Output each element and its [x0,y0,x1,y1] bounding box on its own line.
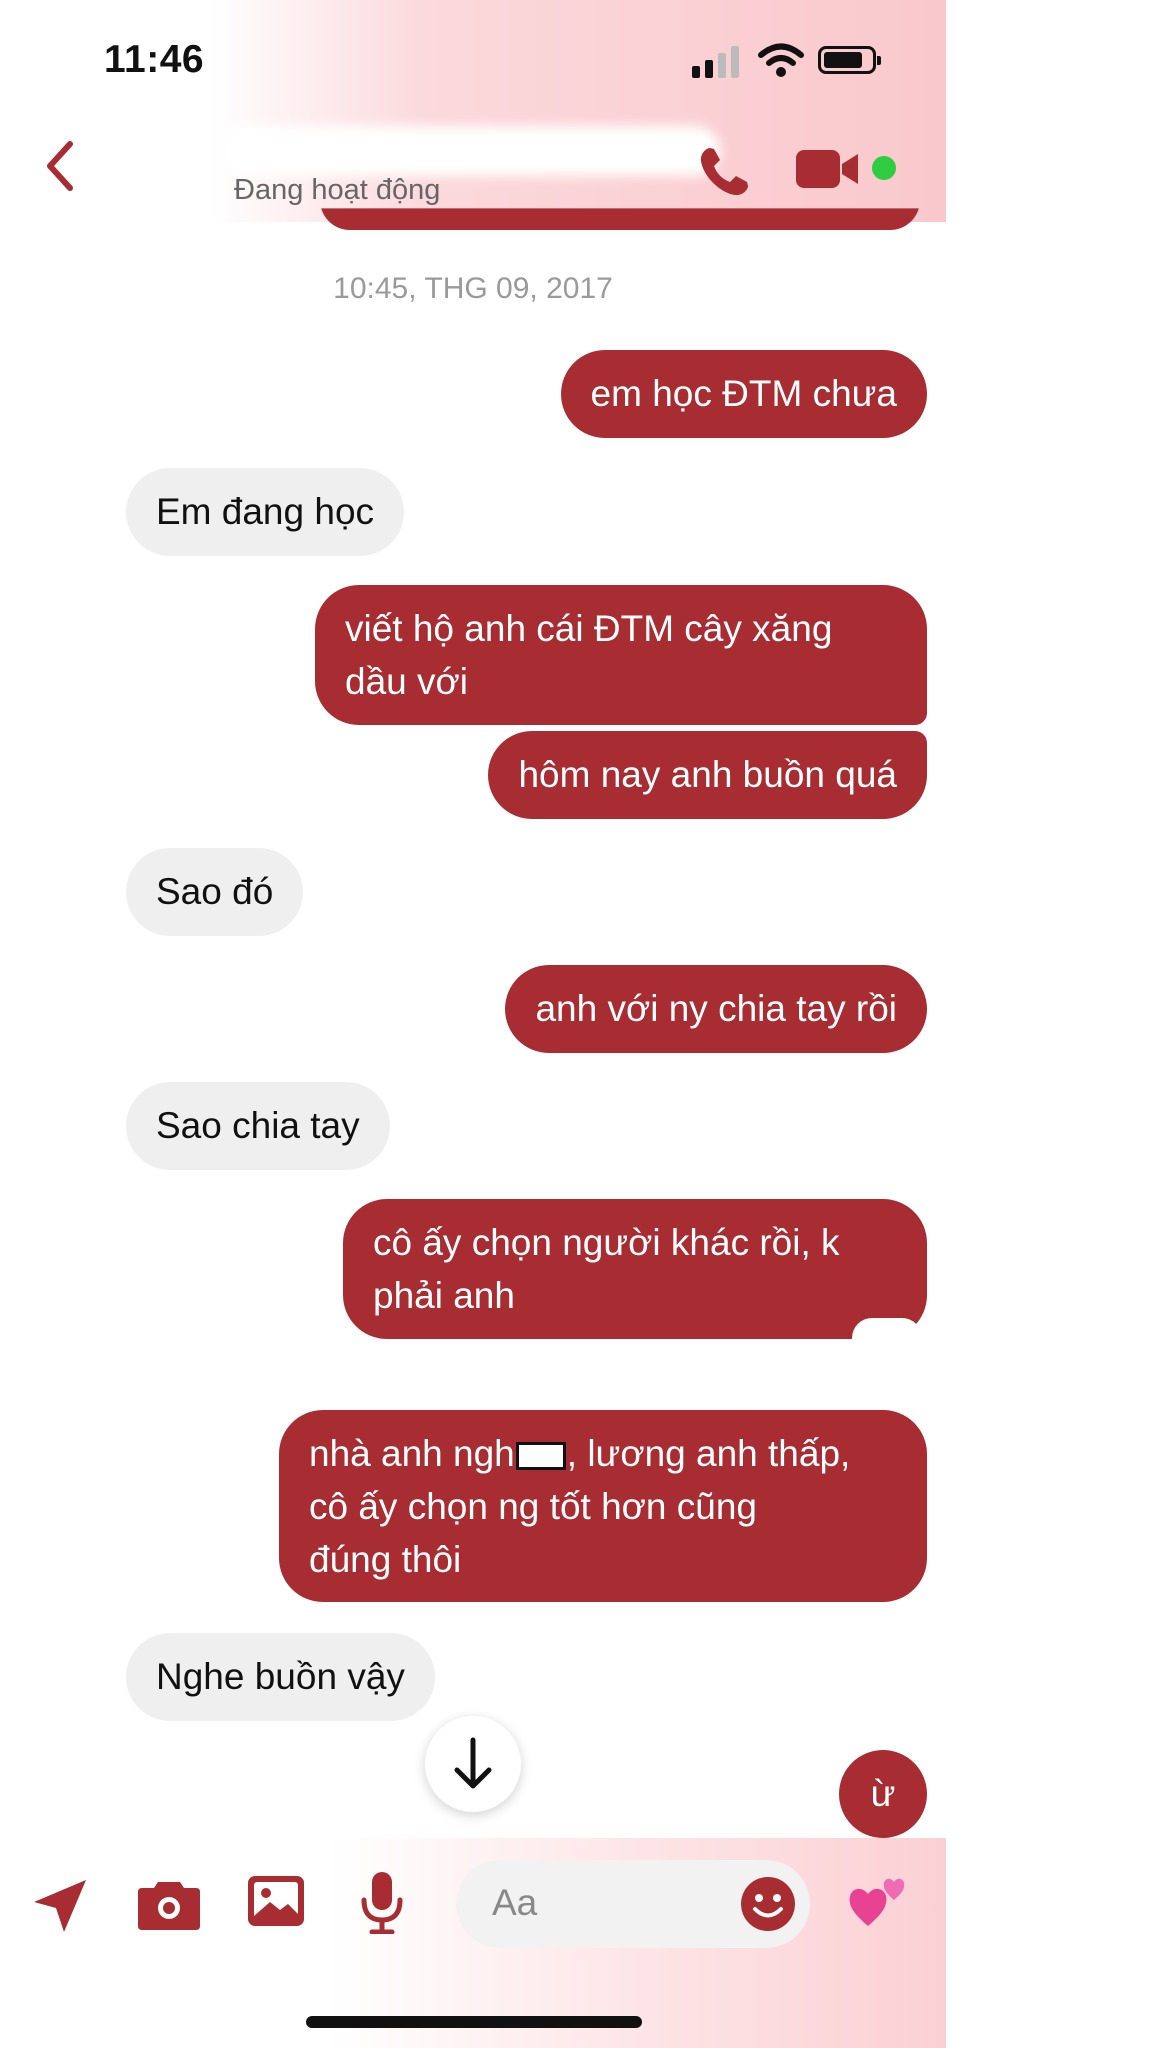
message-outgoing[interactable]: em học ĐTM chưa [560,350,927,438]
message-incoming[interactable]: Sao đó [126,848,304,936]
emoji-icon[interactable] [740,1876,796,1932]
scroll-to-bottom-button[interactable] [425,1716,521,1812]
message-text: Em đang học [156,491,375,532]
message-text-line: cô ấy chọn ng tốt hơn cũng [309,1486,758,1527]
hearts-icon[interactable] [848,1868,912,1932]
page-margin [946,0,1152,2048]
message-text-line: đúng thôi [309,1539,462,1580]
message-text: Sao đó [156,871,274,912]
status-time: 11:46 [104,38,205,81]
message-outgoing[interactable]: viết hộ anh cái ĐTM cây xăng dầu với [315,585,927,725]
message-text-part: , lương anh thấp, [566,1433,851,1474]
avatar[interactable] [140,138,220,212]
message-text: Sao chia tay [156,1105,360,1146]
message-text: anh với ny chia tay rồi [535,988,897,1029]
message-text: em học ĐTM chưa [590,373,897,414]
message-input-placeholder: Aa [492,1882,538,1923]
contact-name-redacted [220,126,720,176]
message-text-line: nhà anh ngh , lương anh thấp, [309,1427,897,1480]
contact-status: Đang hoạt động [234,174,441,206]
message-outgoing[interactable]: ừ [839,1750,927,1838]
gallery-icon[interactable] [248,1876,304,1926]
message-text-line: dầu với [345,661,468,702]
video-icon[interactable] [796,148,860,190]
message-text-line: phải anh [373,1275,515,1316]
message-outgoing[interactable]: hôm nay anh buồn quá [488,731,927,819]
message-text-part: nhà anh ngh [309,1433,515,1474]
message-outgoing[interactable]: anh với ny chia tay rồi [505,965,927,1053]
message-text: hôm nay anh buồn quá [518,754,897,795]
battery-icon [818,46,881,74]
message-outgoing[interactable]: cô ấy chọn người khác rồi, k phải anh [343,1199,927,1339]
camera-icon[interactable] [138,1878,200,1930]
back-icon[interactable] [40,138,80,194]
home-indicator[interactable] [306,2016,642,2028]
message-text: ừ [870,1773,896,1814]
message-outgoing[interactable]: nhà anh ngh , lương anh thấp, cô ấy chọn … [279,1410,927,1602]
arrow-down-icon [454,1737,492,1789]
messenger-screen: 11:46 Đang hoạt động 10:45, THG 09, 2017… [0,0,946,2048]
message-incoming[interactable]: Sao chia tay [126,1082,390,1170]
phone-icon[interactable] [696,144,752,200]
message-text: Nghe buồn vậy [156,1656,405,1697]
signal-icon [692,44,740,78]
chat-timestamp: 10:45, THG 09, 2017 [333,272,613,305]
online-indicator [872,156,896,180]
reaction-badge[interactable] [852,1318,922,1358]
message-incoming[interactable]: Nghe buồn vậy [126,1633,435,1721]
message-text-line: cô ấy chọn người khác rồi, k [373,1222,840,1263]
message-text-line: viết hộ anh cái ĐTM cây xăng [345,608,833,649]
send-location-icon[interactable] [30,1876,90,1936]
message-incoming[interactable]: Em đang học [126,468,405,556]
redaction-box [515,1442,566,1470]
microphone-icon[interactable] [360,1872,404,1934]
wifi-icon [758,43,804,77]
message-input[interactable]: Aa [456,1860,810,1948]
